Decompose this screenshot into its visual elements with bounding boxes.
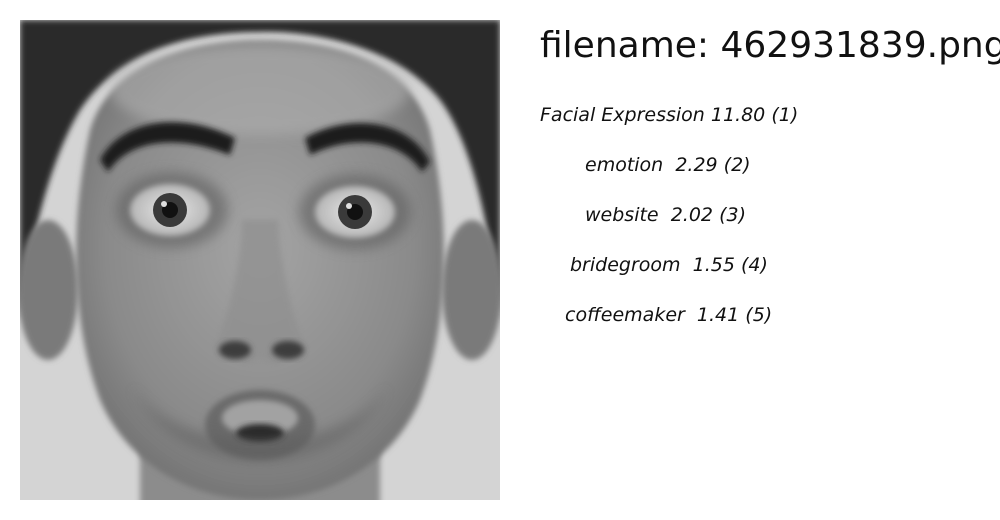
label-rank: (4)	[740, 254, 768, 276]
label-name: website	[585, 204, 659, 226]
face-photo-graphic	[20, 20, 500, 500]
label-rank: (5)	[745, 304, 773, 326]
label-rank: (2)	[723, 154, 751, 176]
label-rank: (1)	[771, 104, 799, 126]
filename-title: filename: 462931839.png	[540, 25, 1000, 66]
label-row: coffeemaker 1.41 (5)	[565, 302, 772, 328]
label-name: coffeemaker	[565, 304, 685, 326]
label-name: Facial Expression	[540, 104, 705, 126]
label-score: 1.41	[696, 304, 740, 326]
label-score: 11.80	[710, 104, 766, 126]
label-score: 1.55	[692, 254, 735, 276]
label-name: emotion	[585, 154, 664, 176]
face-photo	[20, 20, 500, 500]
label-rank: (3)	[719, 204, 746, 226]
label-score: 2.29	[675, 154, 718, 176]
label-row: website 2.02 (3)	[585, 202, 746, 228]
label-row: bridegroom 1.55 (4)	[570, 252, 768, 278]
label-row: emotion 2.29 (2)	[585, 152, 751, 178]
label-score: 2.02	[670, 204, 714, 226]
label-name: bridegroom	[570, 254, 681, 276]
label-row: Facial Expression 11.80 (1)	[540, 102, 798, 128]
